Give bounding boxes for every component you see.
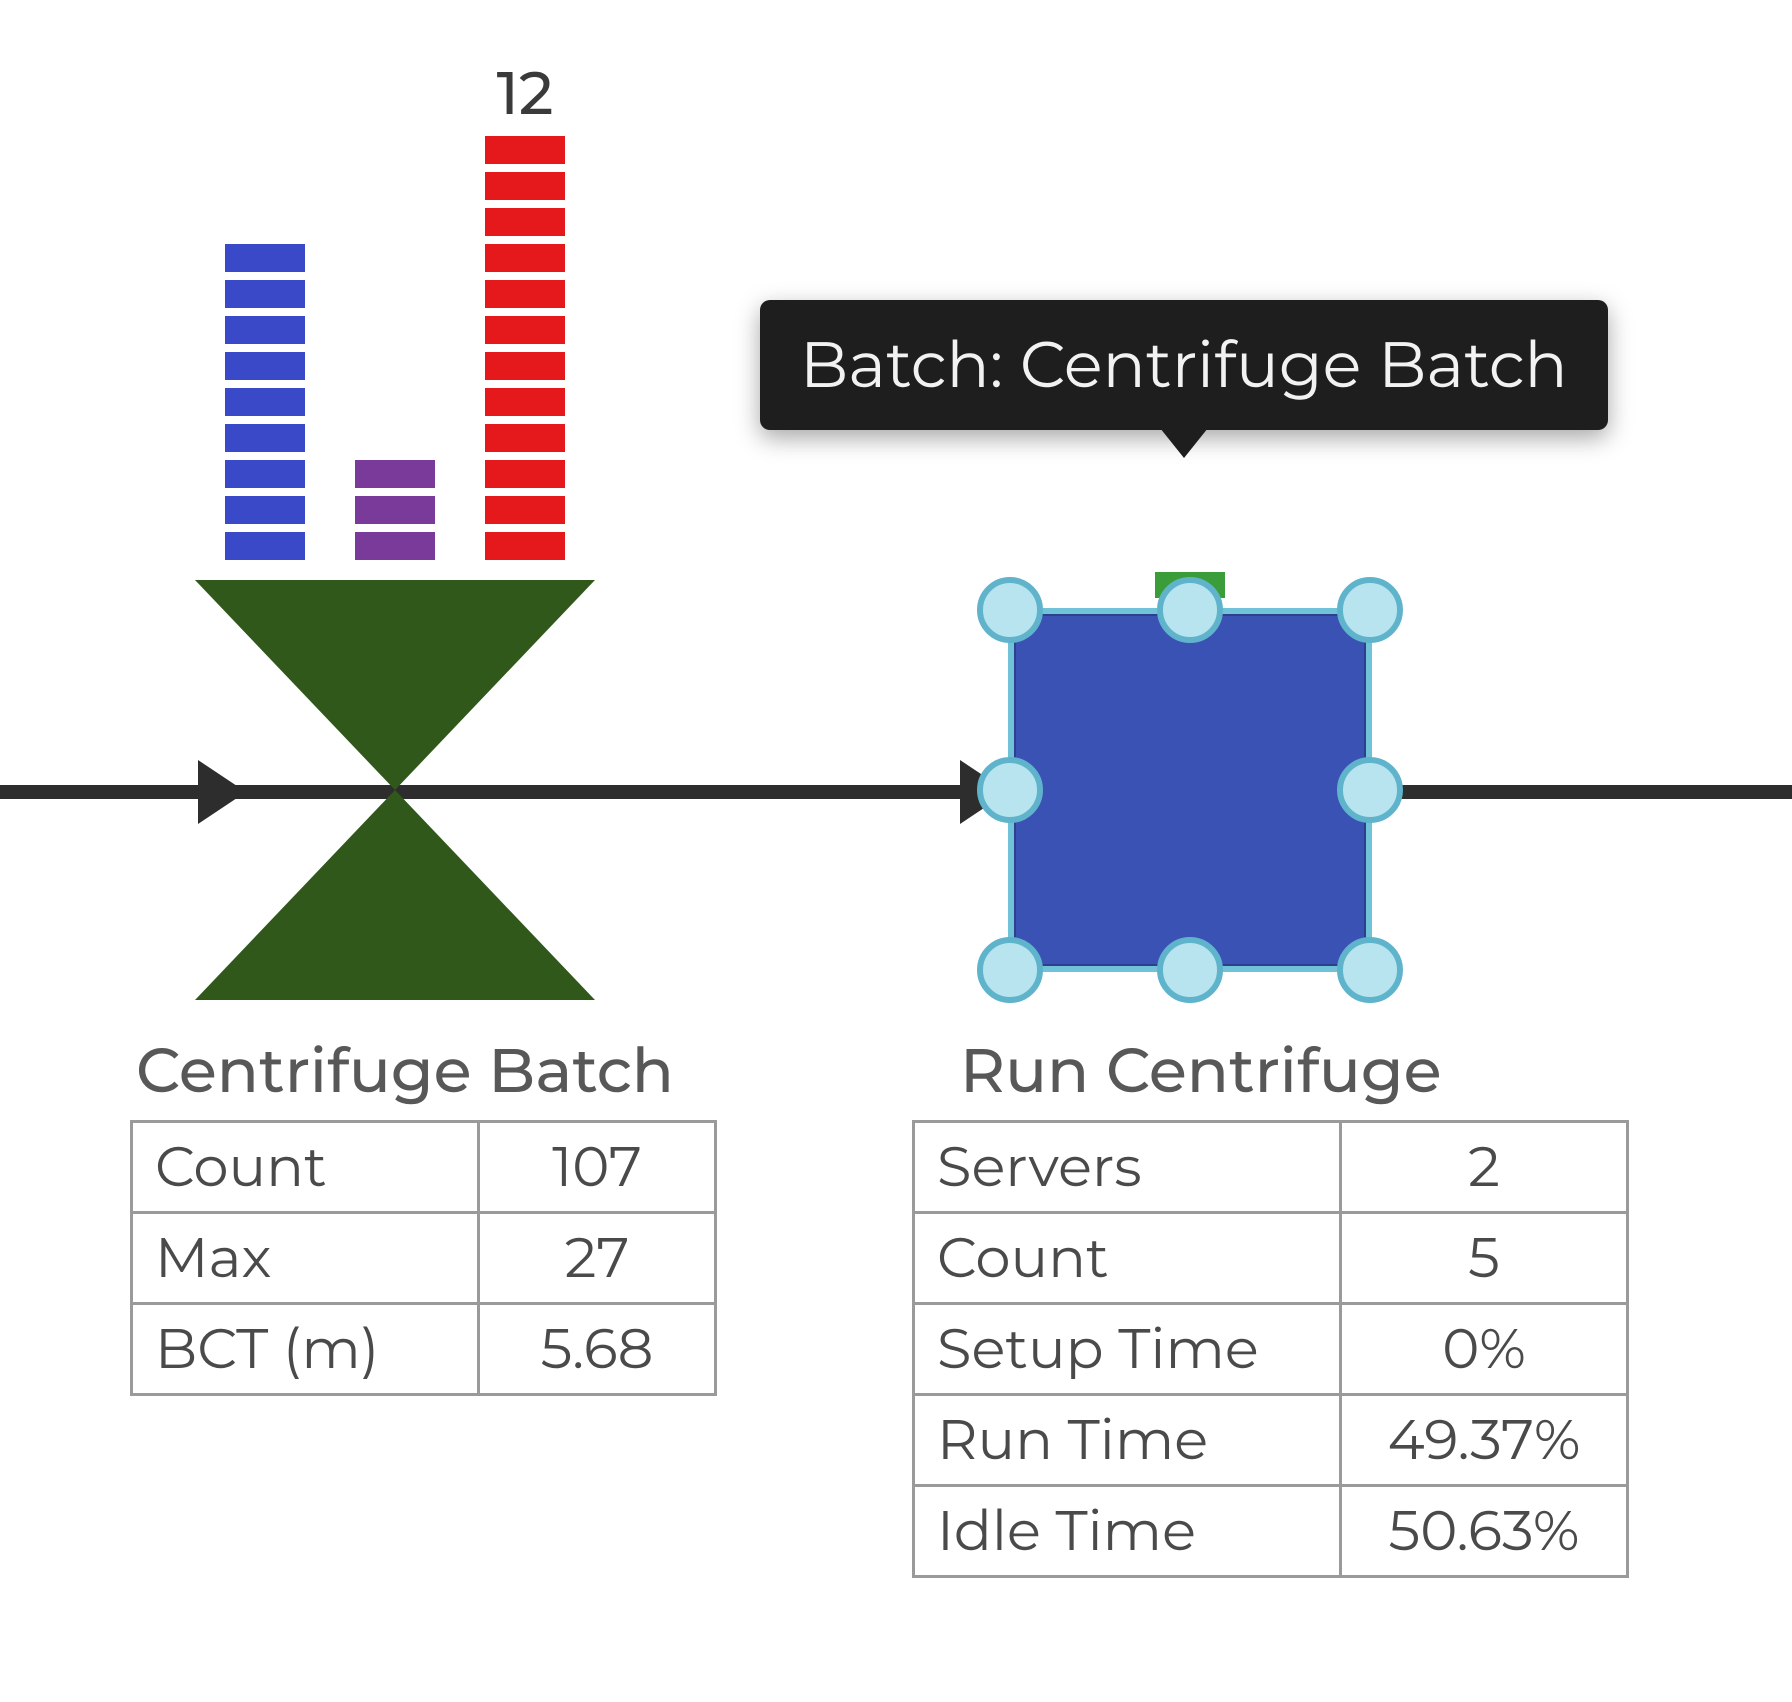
- stat-value: 50.63%: [1341, 1486, 1628, 1577]
- queue-segment: [485, 352, 565, 380]
- queue-segment: [485, 388, 565, 416]
- queue-count-label: 12: [497, 57, 554, 136]
- stat-value: 5: [1341, 1213, 1628, 1304]
- batch-node-title: Centrifuge Batch: [136, 1032, 674, 1108]
- batch-node[interactable]: [195, 580, 595, 1000]
- queue-segment: [355, 460, 435, 488]
- stat-value: 49.37%: [1341, 1395, 1628, 1486]
- diagram-canvas[interactable]: 12 Batch: Centrifuge Batch Centrifuge Ba…: [0, 0, 1792, 1702]
- activity-square-icon: [1010, 610, 1370, 970]
- queue-stack-purple: [355, 460, 435, 560]
- table-row: Setup Time0%: [914, 1304, 1628, 1395]
- tooltip-text: Batch: Centrifuge Batch: [800, 326, 1568, 404]
- hourglass-icon: [195, 580, 595, 790]
- queue-segment: [485, 316, 565, 344]
- queue-segment: [485, 136, 565, 164]
- stat-value: 2: [1341, 1122, 1628, 1213]
- queue-segment: [225, 532, 305, 560]
- table-row: Max27: [132, 1213, 716, 1304]
- stat-label: Idle Time: [914, 1486, 1341, 1577]
- queue-segment: [485, 208, 565, 236]
- queue-segment: [225, 460, 305, 488]
- table-row: Run Time49.37%: [914, 1395, 1628, 1486]
- queue-stack-blue: [225, 244, 305, 560]
- stat-label: BCT (m): [132, 1304, 479, 1395]
- table-row: Count107: [132, 1122, 716, 1213]
- stat-label: Count: [914, 1213, 1341, 1304]
- queue-segment: [485, 280, 565, 308]
- stat-value: 0%: [1341, 1304, 1628, 1395]
- progress-indicator: [1155, 572, 1225, 598]
- queue-segment: [225, 316, 305, 344]
- stat-label: Max: [132, 1213, 479, 1304]
- tooltip: Batch: Centrifuge Batch: [760, 300, 1608, 430]
- queue-segment: [225, 244, 305, 272]
- queue-segment: [485, 172, 565, 200]
- stat-label: Count: [132, 1122, 479, 1213]
- activity-stats-table: Servers2Count5Setup Time0%Run Time49.37%…: [912, 1120, 1629, 1578]
- stat-value: 27: [479, 1213, 716, 1304]
- queue-segment: [225, 424, 305, 452]
- batch-stats-table: Count107Max27BCT (m)5.68: [130, 1120, 717, 1396]
- queue-segment: [485, 424, 565, 452]
- table-row: BCT (m)5.68: [132, 1304, 716, 1395]
- queue-segment: [485, 496, 565, 524]
- queue-segment: [355, 532, 435, 560]
- queue-segment: [485, 244, 565, 272]
- hourglass-icon: [195, 790, 595, 1000]
- stat-value: 5.68: [479, 1304, 716, 1395]
- stat-label: Servers: [914, 1122, 1341, 1213]
- queue-segment: [485, 532, 565, 560]
- queue-segment: [355, 496, 435, 524]
- stat-label: Run Time: [914, 1395, 1341, 1486]
- stat-value: 107: [479, 1122, 716, 1213]
- queue-segment: [485, 460, 565, 488]
- queue-segment: [225, 388, 305, 416]
- activity-node-title: Run Centrifuge: [960, 1032, 1442, 1108]
- table-row: Servers2: [914, 1122, 1628, 1213]
- queue-segment: [225, 496, 305, 524]
- table-row: Count5: [914, 1213, 1628, 1304]
- table-row: Idle Time50.63%: [914, 1486, 1628, 1577]
- queue-stack-red: 12: [485, 136, 565, 560]
- stat-label: Setup Time: [914, 1304, 1341, 1395]
- activity-node[interactable]: [980, 580, 1400, 1000]
- queue-segment: [225, 352, 305, 380]
- queue-segment: [225, 280, 305, 308]
